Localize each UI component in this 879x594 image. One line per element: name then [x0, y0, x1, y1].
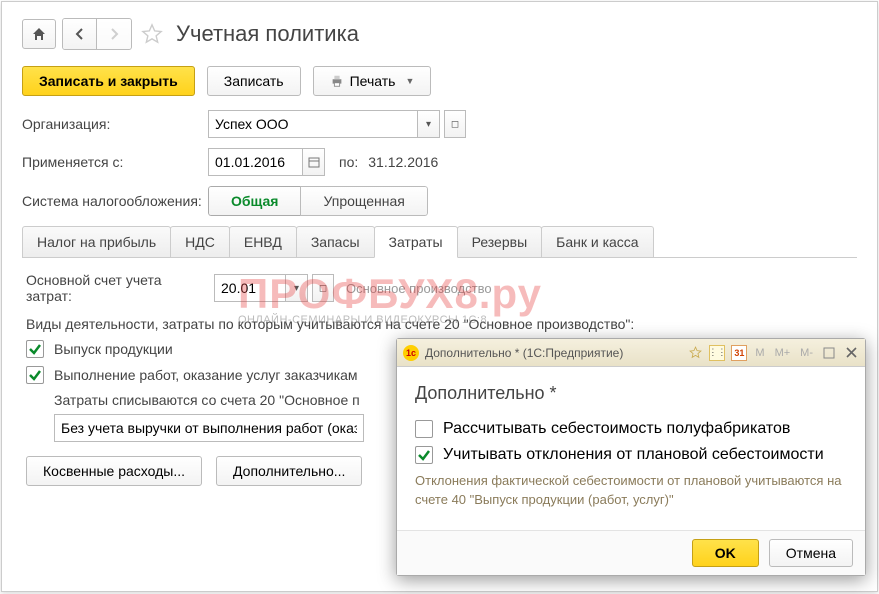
main-account-label: Основной счет учета затрат:: [26, 272, 208, 304]
home-button[interactable]: [22, 19, 56, 49]
org-dropdown-button[interactable]: ▾: [418, 110, 440, 138]
indirect-costs-button[interactable]: Косвенные расходы...: [26, 456, 202, 486]
forward-button[interactable]: [97, 19, 131, 49]
main-account-hint: Основное производство: [346, 281, 492, 296]
dialog-cancel-button[interactable]: Отмена: [769, 539, 853, 567]
date-from-input[interactable]: [208, 148, 303, 176]
date-to-value: 31.12.2016: [368, 154, 438, 170]
activities-label: Виды деятельности, затраты по которым уч…: [26, 316, 853, 332]
print-label: Печать: [350, 73, 396, 89]
back-button[interactable]: [63, 19, 97, 49]
m-plus-button[interactable]: M+: [773, 347, 793, 359]
chk-deviation-label: Учитывать отклонения от плановой себесто…: [443, 446, 824, 464]
app-logo-icon: 1c: [403, 345, 419, 361]
printer-icon: [330, 74, 344, 88]
account-dropdown-button[interactable]: ▾: [286, 274, 308, 302]
applied-from-label: Применяется с:: [22, 154, 208, 170]
tax-system-label: Система налогообложения:: [22, 193, 208, 209]
save-button[interactable]: Записать: [207, 66, 301, 96]
calendar-icon[interactable]: 31: [731, 345, 747, 361]
chk-services-label: Выполнение работ, оказание услуг заказчи…: [54, 367, 358, 383]
tax-general-button[interactable]: Общая: [208, 186, 300, 216]
dialog-ok-button[interactable]: OK: [692, 539, 759, 567]
tax-simple-button[interactable]: Упрощенная: [300, 186, 427, 216]
tab-costs[interactable]: Затраты: [374, 226, 458, 258]
tab-envd[interactable]: ЕНВД: [229, 226, 297, 257]
favorite-star-icon[interactable]: [138, 20, 166, 48]
page-title: Учетная политика: [176, 21, 359, 47]
chk-output[interactable]: [26, 340, 44, 358]
org-input[interactable]: [208, 110, 418, 138]
chevron-down-icon: ▼: [405, 76, 414, 86]
save-close-button[interactable]: Записать и закрыть: [22, 66, 195, 96]
org-label: Организация:: [22, 116, 208, 132]
chk-output-label: Выпуск продукции: [54, 341, 173, 357]
tab-stocks[interactable]: Запасы: [296, 226, 375, 257]
dialog-window-title: Дополнительно * (1С:Предприятие): [425, 346, 623, 360]
main-account-input[interactable]: [214, 274, 286, 302]
chk-deviation[interactable]: [415, 446, 433, 464]
chk-semi-products[interactable]: [415, 420, 433, 438]
writeoff-combo[interactable]: [54, 414, 364, 442]
dialog-title: Дополнительно *: [415, 383, 847, 404]
minimize-icon[interactable]: [821, 345, 837, 361]
chk-services[interactable]: [26, 366, 44, 384]
tab-profit-tax[interactable]: Налог на прибыль: [22, 226, 171, 257]
print-button[interactable]: Печать ▼: [313, 66, 432, 96]
close-icon[interactable]: [843, 345, 859, 361]
chk-semi-label: Рассчитывать себестоимость полуфабрикато…: [443, 420, 790, 438]
calculator-icon[interactable]: ⋮⋮: [709, 345, 725, 361]
tab-reserves[interactable]: Резервы: [457, 226, 543, 257]
tab-vat[interactable]: НДС: [170, 226, 230, 257]
account-open-button[interactable]: ◻: [312, 274, 334, 302]
additional-button[interactable]: Дополнительно...: [216, 456, 362, 486]
tab-bank[interactable]: Банк и касса: [541, 226, 653, 257]
favorite-icon[interactable]: [687, 345, 703, 361]
to-label: по:: [339, 154, 358, 170]
date-picker-button[interactable]: [303, 148, 325, 176]
m-minus-button[interactable]: M-: [798, 347, 815, 359]
org-open-button[interactable]: ◻: [444, 110, 466, 138]
dialog-hint: Отклонения фактической себестоимости от …: [415, 472, 847, 510]
additional-dialog: 1c Дополнительно * (1С:Предприятие) ⋮⋮ 3…: [396, 338, 866, 576]
m-button[interactable]: M: [753, 347, 766, 359]
tab-bar: Налог на прибыль НДС ЕНВД Запасы Затраты…: [22, 226, 857, 258]
